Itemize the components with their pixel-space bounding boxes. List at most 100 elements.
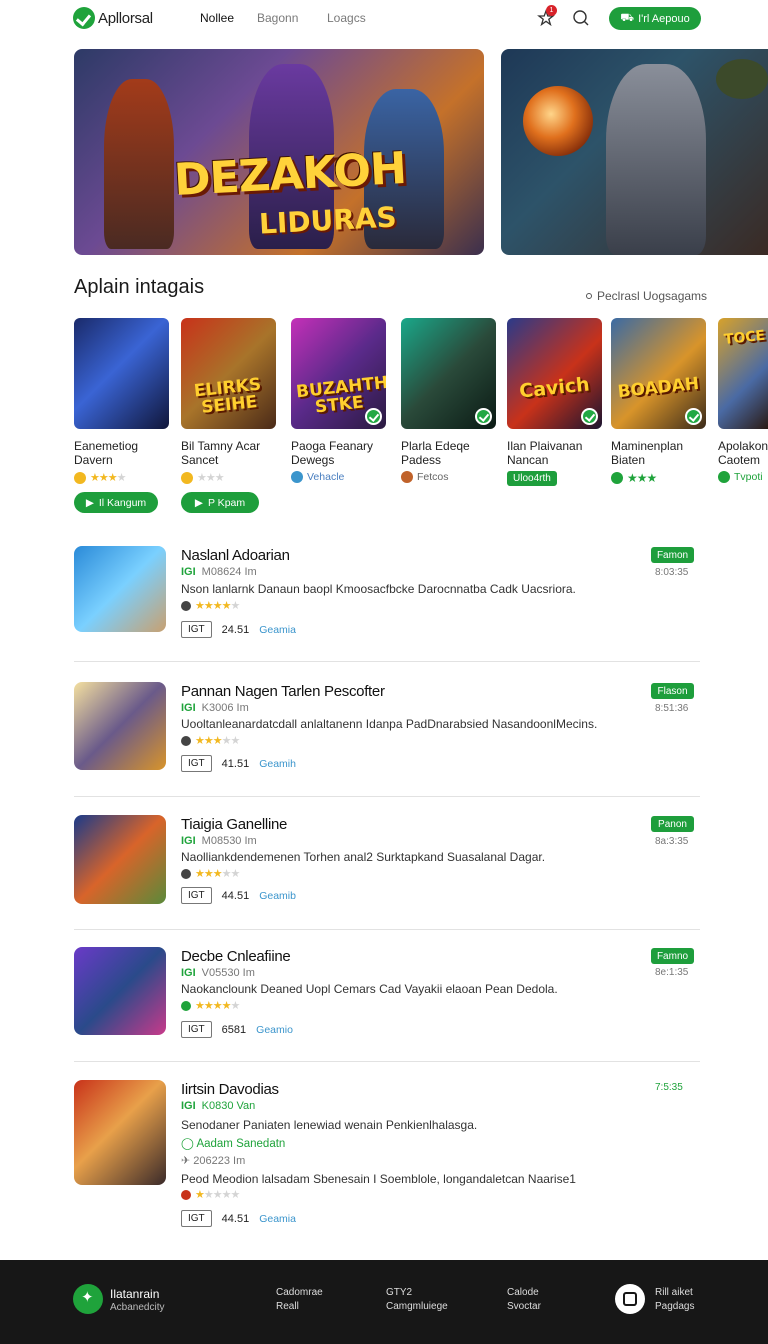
verified-icon [718, 471, 730, 483]
hero-banner-main[interactable]: DEZAKOH LIDURAS [74, 49, 484, 255]
coin-icon [74, 471, 86, 484]
star-rating: ★★★★★ [195, 1189, 240, 1201]
featured-card-5[interactable]: Cavich Ilan Plaivanan Nancan Uloo4rth [507, 318, 603, 486]
footer-link[interactable]: Rill aiket [655, 1287, 693, 1298]
list-divider [74, 929, 700, 930]
game-icon-image [74, 1080, 166, 1185]
card-tile-art-text: ELIRKS SEIHE [193, 374, 263, 418]
list-divider [74, 796, 700, 797]
rating-dot-icon [181, 868, 191, 879]
item-title[interactable]: Iirtsin Davodias [181, 1081, 279, 1098]
footer-link[interactable]: Cadomrae [276, 1287, 323, 1298]
item-box-label[interactable]: IGT [181, 887, 212, 904]
verified-check-icon [685, 408, 702, 425]
star-rating: ★★★★★ [195, 868, 240, 880]
list-item[interactable]: Decbe Cnleafiine IGI V05530 Im Naokanclou… [74, 947, 700, 1047]
featured-card-4[interactable]: Plarla Edeqe Padess Fetcos [401, 318, 497, 483]
item-box-label[interactable]: IGT [181, 755, 212, 772]
item-box-label[interactable]: IGT [181, 1210, 212, 1227]
list-item[interactable]: Tiaigia Ganelline IGI M08530 Im Naolliank… [74, 815, 700, 915]
card-thumbnail: BUZAHTH STKE [291, 318, 386, 429]
top-header: Apllorsal Nollee Bagonn Loagcs 1 ⛟ I'rl … [0, 0, 768, 38]
rating-dot-icon [181, 735, 191, 746]
footer-brand-sub: Acbanedcity [110, 1302, 165, 1313]
item-title[interactable]: Tiaigia Ganelline [181, 816, 287, 833]
featured-card-6[interactable]: BOADAH Maminenplan Biaten ★★★ [611, 318, 707, 485]
item-box-label[interactable]: IGT [181, 621, 212, 638]
featured-card-7[interactable]: TOCE Apolakon Caotem Tvpoti [718, 318, 768, 483]
item-link[interactable]: Geamih [259, 758, 296, 770]
list-item[interactable]: Iirtsin Davodias IGI K0830 Van Senodaner … [74, 1080, 700, 1240]
hero-knight-image [606, 64, 706, 255]
section-title: Aplain intagais [74, 276, 205, 298]
item-title[interactable]: Naslanl Adoarian [181, 547, 290, 564]
item-link[interactable]: Geamia [259, 624, 296, 636]
list-item[interactable]: Pannan Nagen Tarlen Pescofter IGI K3006 I… [74, 682, 700, 782]
footer-logo-icon[interactable] [73, 1284, 103, 1314]
card-name-line2: Dewegs [291, 453, 335, 467]
card-name-line2: Nancan [507, 453, 549, 467]
card-1-action-button[interactable]: ▶ Il Kangum [74, 492, 158, 513]
featured-card-2[interactable]: ELIRKS SEIHE Bil Tamny Acar Sancet ★★★ [181, 318, 277, 484]
item-date: 8:03:35 [655, 567, 689, 578]
footer-link[interactable]: GTY2 [386, 1287, 412, 1298]
featured-card-1[interactable]: Eanemetiog Davern ★★★★ [74, 318, 170, 484]
location-dot-icon [586, 293, 592, 299]
nav-item-2[interactable]: Bagonn [257, 11, 298, 25]
card-name-line2: Caotem [718, 453, 761, 467]
star-rating: ★★★★★ [195, 600, 240, 612]
footer-link[interactable]: Reall [276, 1301, 299, 1312]
verified-check-icon [475, 408, 492, 425]
search-icon[interactable] [572, 9, 590, 27]
footer-link[interactable]: Pagdags [655, 1301, 694, 1312]
card-2-action-button[interactable]: ▶ P Kpam [181, 492, 259, 513]
logo-text: Apllorsal [98, 9, 153, 27]
item-code: IGI [181, 566, 196, 578]
hero-dragon-image [716, 59, 768, 99]
item-date: 8:51:36 [655, 703, 689, 714]
item-box-label[interactable]: IGT [181, 1021, 212, 1038]
footer-link[interactable]: Calode [507, 1287, 539, 1298]
item-date: 8e:1:35 [655, 967, 689, 978]
item-subtext: K3006 Im [201, 702, 249, 714]
card-tile-art-text: TOCE [723, 327, 766, 348]
item-size: 24.51 [221, 623, 250, 636]
list-item[interactable]: Naslanl Adoarian IGI M08624 Im Nson lanla… [74, 546, 700, 646]
card-meta-text: Fetcos [417, 471, 449, 483]
game-icon-image [74, 682, 166, 770]
verified-icon [611, 472, 623, 484]
nav-item-3[interactable]: Loagcs [327, 11, 366, 25]
nav-item-1[interactable]: Nollee [200, 11, 234, 25]
card-name-line2: Sancet [181, 453, 219, 467]
card-thumbnail: ELIRKS SEIHE [181, 318, 276, 429]
item-title[interactable]: Decbe Cnleafiine [181, 948, 291, 965]
hero-banner-secondary[interactable] [501, 49, 768, 255]
section-see-all-link[interactable]: Peclrasl Uogsagams [586, 289, 707, 303]
item-subtext: K0830 Van [201, 1100, 256, 1112]
game-icon-image [74, 815, 166, 904]
footer-app-icon[interactable] [615, 1284, 645, 1314]
item-link[interactable]: Geamib [259, 890, 296, 902]
featured-card-3[interactable]: BUZAHTH STKE Paoga Feanary Dewegs Vehacle [291, 318, 387, 483]
verified-publisher[interactable]: Aadam Sanedatn [196, 1138, 285, 1150]
header-cta-button[interactable]: ⛟ I'rl Aepouo [609, 7, 701, 30]
card-thumbnail: BOADAH [611, 318, 706, 429]
footer-link[interactable]: Camgmluiege [386, 1301, 448, 1312]
item-subtext: V05530 Im [201, 967, 255, 979]
list-divider [74, 661, 700, 662]
item-code: IGI [181, 702, 196, 714]
rating-dot-icon [181, 600, 191, 611]
item-description: Naolliankdendemenen Torhen anal2 Surktap… [181, 850, 546, 864]
header-cta-label: I'rl Aepouo [638, 12, 690, 25]
card-name-line1: Paoga Feanary [291, 439, 374, 453]
star-rating: ★★★ [197, 472, 225, 484]
card-meta-text: Tvpoti [734, 471, 763, 483]
item-size: 6581 [221, 1023, 247, 1036]
footer-link[interactable]: Svoctar [507, 1301, 541, 1312]
item-title[interactable]: Pannan Nagen Tarlen Pescofter [181, 683, 385, 700]
card-name-line1: Maminenplan [611, 439, 684, 453]
card-thumbnail [74, 318, 169, 429]
app-logo[interactable]: Apllorsal [73, 7, 153, 29]
item-link[interactable]: Geamio [256, 1024, 293, 1036]
item-link[interactable]: Geamia [259, 1213, 296, 1225]
